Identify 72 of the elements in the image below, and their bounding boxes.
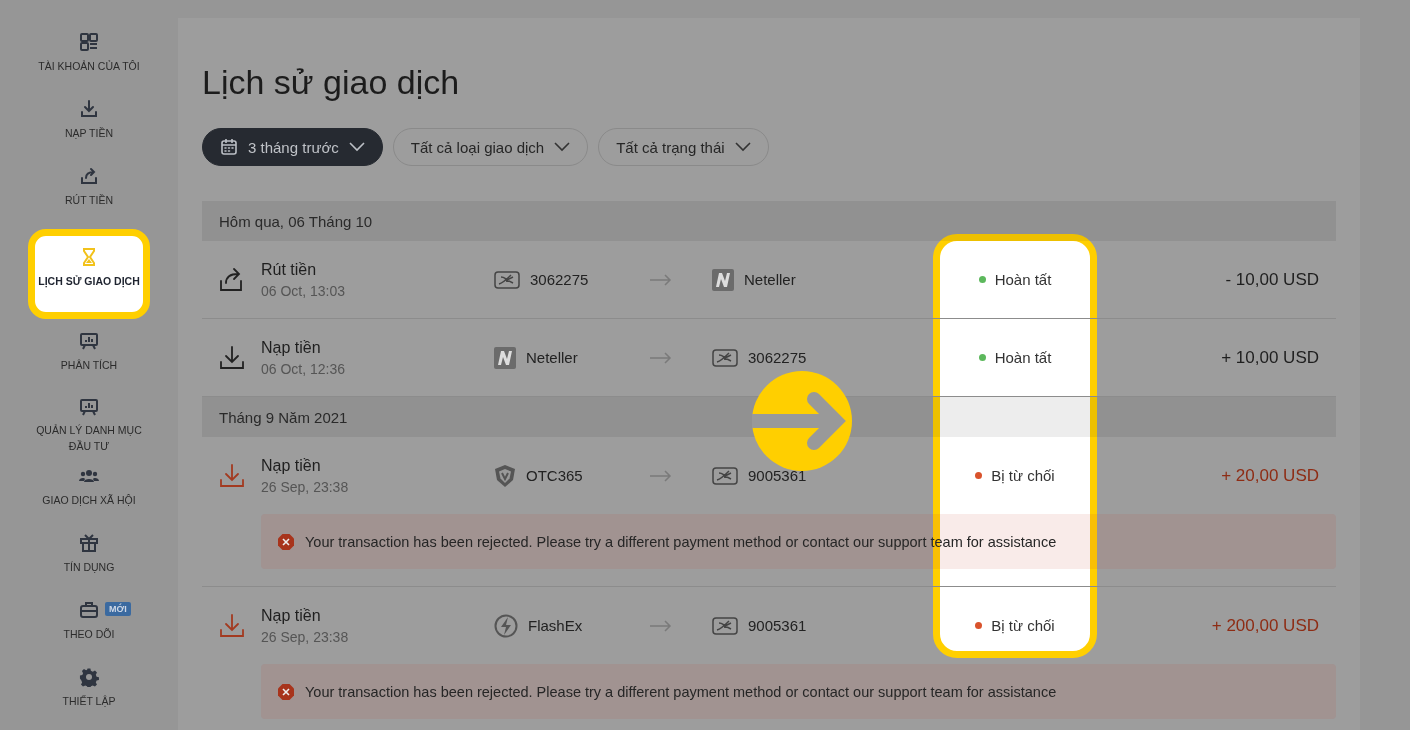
sidebar-item[interactable]: NẠP TIỀN xyxy=(31,95,147,155)
status-completed: Hoàn tất xyxy=(994,271,1052,288)
gift-icon xyxy=(79,533,99,553)
logo-icon xyxy=(712,268,734,291)
card-icon xyxy=(494,270,520,289)
sidebar-item[interactable]: MỚI THEO DÕI xyxy=(31,596,147,656)
download-icon xyxy=(218,611,246,640)
sidebar-item[interactable]: GIAO DỊCH XÃ HỘI xyxy=(31,462,147,522)
chart-board-icon xyxy=(79,331,99,351)
transaction-row[interactable]: Nạp tiền 06 Oct, 12:36 Neteller 3062275 Hoàn tất + 10,00 USD xyxy=(202,319,1336,397)
logo-icon xyxy=(494,346,516,369)
transaction-type: Rút tiền xyxy=(261,260,318,279)
status-rejected: Bị từ chối xyxy=(991,617,1055,634)
payment-method: Neteller xyxy=(526,349,578,366)
arrow-icon xyxy=(650,273,672,286)
chevron-down-icon xyxy=(554,142,571,152)
transaction-time: 26 Sep, 23:38 xyxy=(261,628,350,645)
sidebar-item[interactable]: THIẾT LẬP xyxy=(31,663,147,723)
transaction-type: Nạp tiền xyxy=(261,338,322,357)
calendar-icon xyxy=(220,138,238,156)
share-icon xyxy=(79,166,99,186)
sidebar-item[interactable]: PHÂN TÍCH xyxy=(31,327,147,387)
payment-method: 9005361 xyxy=(748,617,807,634)
payment-method: Neteller xyxy=(744,271,796,288)
payment-method: 9005361 xyxy=(748,467,807,484)
download-icon xyxy=(218,343,246,372)
arrow-icon xyxy=(650,619,672,632)
sidebar-item[interactable]: TÍN DỤNG xyxy=(31,529,147,589)
transaction-row[interactable]: Rút tiền 06 Oct, 13:03 3062275 Neteller Hoàn tất - 10,00 USD xyxy=(202,241,1336,319)
download-icon xyxy=(218,461,246,490)
group-header: Tháng 9 Năm 2021 xyxy=(219,408,348,426)
lightning-icon xyxy=(494,613,518,638)
card-icon xyxy=(712,616,738,635)
arrow-icon xyxy=(650,469,672,482)
sidebar-item[interactable]: RÚT TIỀN xyxy=(31,162,147,222)
chevron-down-icon xyxy=(734,142,751,152)
error-icon xyxy=(277,532,295,551)
briefcase-icon xyxy=(79,600,99,620)
transaction-amount: + 200,00 USD xyxy=(1210,615,1320,636)
download-icon xyxy=(79,99,99,119)
status-completed: Hoàn tất xyxy=(994,349,1052,366)
payment-method: FlashEx xyxy=(528,617,583,634)
chart-board-icon xyxy=(79,397,99,417)
payment-method: OTC365 xyxy=(526,467,583,484)
transaction-amount: - 10,00 USD xyxy=(1224,269,1320,290)
shield-icon xyxy=(494,463,516,488)
chevron-down-icon xyxy=(348,142,365,152)
arrow-icon xyxy=(650,351,672,364)
sidebar-item[interactable]: LỊCH SỬ GIAO DỊCH xyxy=(28,229,150,319)
sidebar-item[interactable]: TÀI KHOẢN CỦA TÔI xyxy=(31,28,147,88)
new-badge: MỚI xyxy=(105,602,131,616)
transaction-type: Nạp tiền xyxy=(261,606,322,625)
sidebar-item[interactable]: QUẢN LÝ DANH MỤC ĐẦU TƯ xyxy=(31,394,147,455)
settings-icon xyxy=(79,667,99,687)
payment-method: 3062275 xyxy=(748,349,807,366)
card-icon xyxy=(712,348,738,367)
page-title: Lịch sử giao dịch xyxy=(202,62,461,102)
transaction-type: Nạp tiền xyxy=(261,456,322,475)
payment-method: 3062275 xyxy=(530,271,589,288)
transaction-time: 06 Oct, 13:03 xyxy=(261,282,347,299)
transaction-row[interactable]: Nạp tiền 26 Sep, 23:38 FlashEx 9005361 Bị từ chối + 200,00 USD Your transaction has been rejected. Please try a different payment method or contact our support team for assistance xyxy=(202,587,1336,719)
card-icon xyxy=(712,466,738,485)
transaction-time: 26 Sep, 23:38 xyxy=(261,478,350,495)
transaction-amount: + 20,00 USD xyxy=(1220,465,1320,486)
status-rejected: Bị từ chối xyxy=(991,467,1055,484)
transaction-amount: + 10,00 USD xyxy=(1220,347,1320,368)
grid-icon xyxy=(79,32,99,52)
error-icon xyxy=(277,682,295,701)
group-header: Hôm qua, 06 Tháng 10 xyxy=(219,212,373,230)
filter-dropdown[interactable]: 3 tháng trước xyxy=(202,128,383,166)
transaction-time: 06 Oct, 12:36 xyxy=(261,360,347,377)
error-message: Your transaction has been rejected. Please try a different payment method or contact our support team for assistance xyxy=(305,683,1057,700)
